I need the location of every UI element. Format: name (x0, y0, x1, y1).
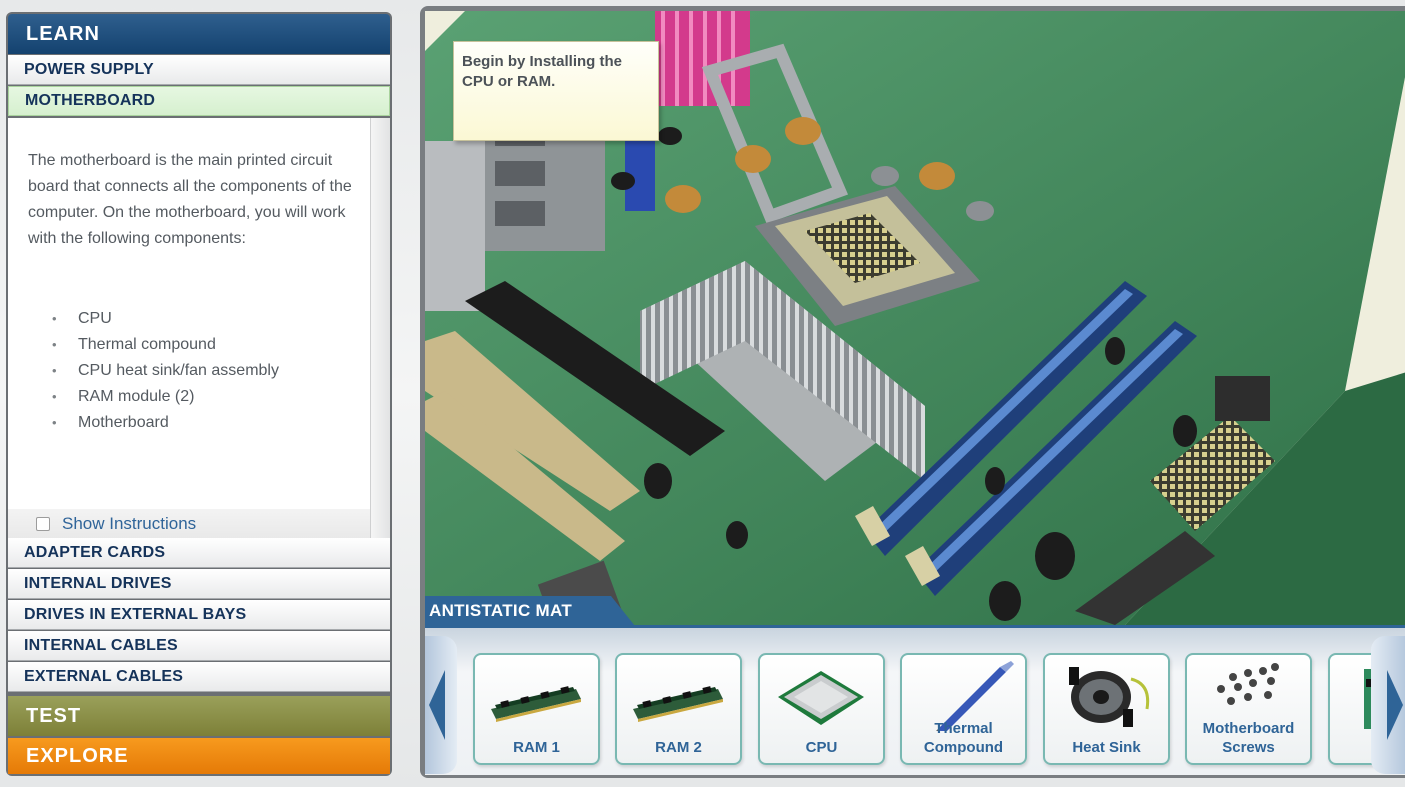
list-item: Thermal compound (52, 332, 279, 358)
tray-item-ram-2[interactable]: RAM 2 (615, 653, 742, 765)
motherboard-scene: Begin by Installing the CPU or RAM. (425, 11, 1405, 625)
cpu-icon (778, 671, 864, 725)
tray-item-cpu[interactable]: CPU (758, 653, 885, 765)
components-list: CPU Thermal compound CPU heat sink/fan a… (52, 306, 279, 436)
tray-item-label: Motherboard Screws (1202, 720, 1295, 756)
tray-scroll-right-button[interactable] (1371, 636, 1405, 774)
nav-item-label: EXTERNAL CABLES (24, 667, 184, 685)
learn-header-label: LEARN (26, 22, 100, 45)
nav-item-adapter-cards[interactable]: ADAPTER CARDS (8, 538, 390, 568)
parts-tray: RAM 1 RAM 2 CPU Thermal Compound Heat Si… (425, 625, 1405, 775)
info-scrollbar[interactable] (370, 118, 390, 538)
arrow-right-icon (1387, 670, 1403, 740)
arrow-left-icon (429, 670, 445, 740)
tray-item-ram-1[interactable]: RAM 1 (473, 653, 600, 765)
list-item: CPU heat sink/fan assembly (52, 358, 279, 384)
tray-item-label: Heat Sink (1072, 739, 1141, 756)
instruction-tooltip: Begin by Installing the CPU or RAM. (453, 41, 659, 141)
nav-item-label: DRIVES IN EXTERNAL BAYS (24, 605, 247, 623)
list-item: CPU (52, 306, 279, 332)
nav-item-label: INTERNAL DRIVES (24, 574, 172, 592)
explore-header[interactable]: EXPLORE (8, 738, 390, 774)
nav-item-label: INTERNAL CABLES (24, 636, 178, 654)
tray-item-heat-sink[interactable]: Heat Sink (1043, 653, 1170, 765)
tray-item-label: RAM 2 (655, 739, 702, 756)
ram-icon (633, 686, 723, 722)
tray-item-label: CPU (805, 739, 838, 756)
learn-header[interactable]: LEARN (8, 14, 390, 54)
tray-item-thermal-compound[interactable]: Thermal Compound (900, 653, 1027, 765)
tray-item-motherboard-screws[interactable]: Motherboard Screws (1185, 653, 1312, 765)
motherboard-description: The motherboard is the main printed circ… (28, 152, 352, 247)
tray-item-label: RAM 1 (513, 739, 560, 756)
nav-item-label: POWER SUPPLY (24, 60, 154, 78)
heatsink-icon (1069, 667, 1150, 727)
show-instructions-label: Show Instructions (62, 513, 197, 533)
nav-item-power-supply[interactable]: POWER SUPPLY (8, 55, 390, 85)
list-item: Motherboard (52, 410, 279, 436)
nav-item-label: MOTHERBOARD (25, 92, 156, 109)
show-instructions-checkbox[interactable] (36, 516, 50, 531)
nav-item-internal-cables[interactable]: INTERNAL CABLES (8, 631, 390, 661)
tray-scroll-left-button[interactable] (425, 636, 457, 774)
nav-item-motherboard[interactable]: MOTHERBOARD (8, 86, 390, 116)
motherboard-info-panel: The motherboard is the main printed circ… (8, 118, 370, 538)
nav-item-label: ADAPTER CARDS (24, 543, 166, 561)
test-header-label: TEST (26, 704, 82, 727)
show-instructions-toggle[interactable]: Show Instructions (8, 509, 370, 538)
ram-icon (491, 686, 581, 722)
explore-header-label: EXPLORE (26, 744, 129, 767)
nav-item-external-cables[interactable]: EXTERNAL CABLES (8, 662, 390, 692)
nav-item-internal-drives[interactable]: INTERNAL DRIVES (8, 569, 390, 599)
tray-item-label: Thermal Compound (923, 720, 1004, 756)
learn-panel: LEARN POWER SUPPLY MOTHERBOARD The mothe… (6, 12, 392, 776)
list-item: RAM module (2) (52, 384, 279, 410)
antistatic-mat-label: ANTISTATIC MAT (425, 596, 635, 626)
test-header[interactable]: TEST (8, 696, 390, 736)
workspace: Begin by Installing the CPU or RAM. ANTI… (420, 6, 1405, 778)
nav-item-drives-in-external-bays[interactable]: DRIVES IN EXTERNAL BAYS (8, 600, 390, 630)
